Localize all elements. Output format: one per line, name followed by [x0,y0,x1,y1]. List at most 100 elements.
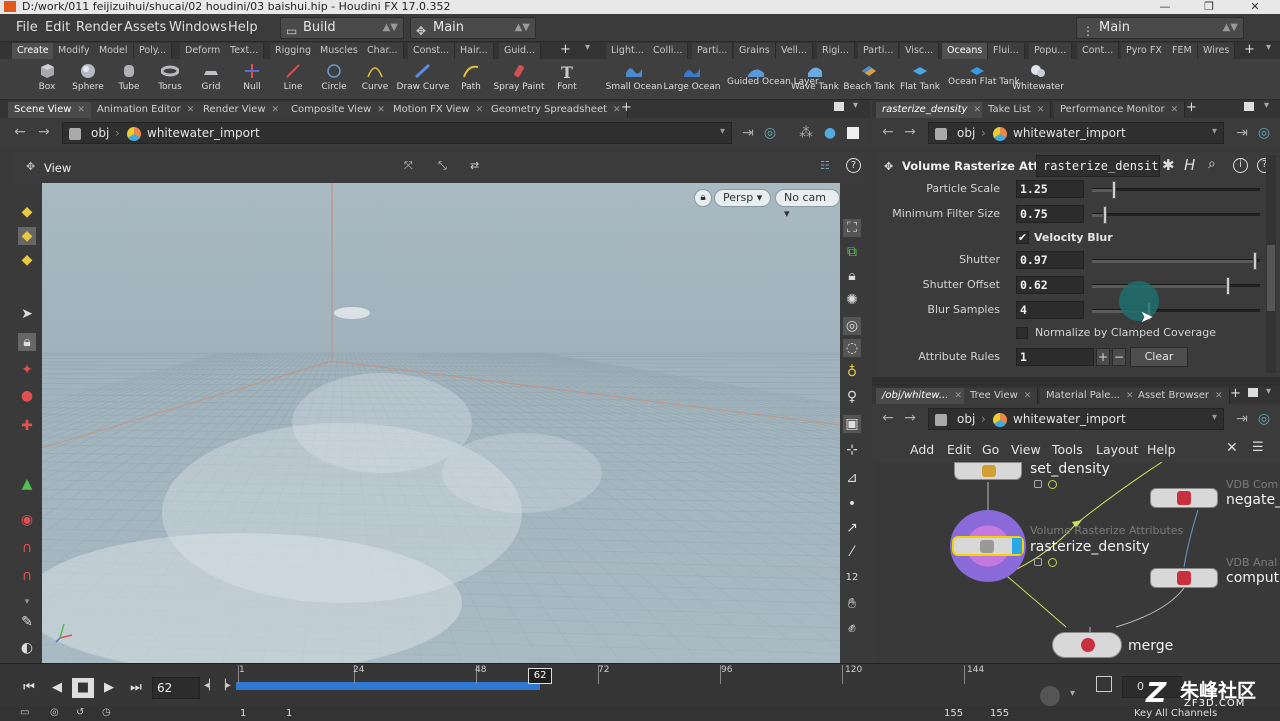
tab-geometry-spreadsheet[interactable]: Geometry Spreadsheet ✕ [485,102,628,118]
back-icon[interactable]: ← [12,124,28,140]
path-node[interactable]: whitewater_import [1013,412,1126,426]
path-root[interactable]: obj [91,126,109,140]
camera-icon[interactable]: ◐ [18,639,36,657]
tool-torus[interactable]: Torus [147,59,193,100]
shelf-tab-vell[interactable]: Vell... [776,43,813,59]
pane-menu-icon[interactable]: ▾ [1264,100,1269,111]
tool-guided-ocean-layer[interactable]: Guided Ocean Layer [727,59,819,100]
tool-path[interactable]: Path [448,59,494,100]
param-scrollbar-thumb[interactable] [1267,245,1275,311]
maximize-pane-icon[interactable] [1244,102,1254,111]
step-forward-icon[interactable]: ▕▸ [218,680,231,691]
pin-icon[interactable]: ⇥ [1234,411,1250,427]
close-icon[interactable]: ✕ [377,105,385,115]
tool-beach-tank[interactable]: Beach Tank [843,59,895,100]
magnet-icon[interactable]: ∩ [18,539,36,557]
shelf-tab-rigging[interactable]: Rigging [270,43,317,59]
tab-material-palette[interactable]: Material Pale... ✕ [1040,388,1141,404]
lock-camera-icon[interactable]: 🔒︎ [694,189,712,207]
close-icon[interactable]: ✕ [1037,105,1045,115]
handle-icon[interactable]: ⤡ [438,159,447,173]
tool-ocean-flat-tank[interactable]: Ocean Flat Tank [948,59,1020,100]
pane-menu-icon[interactable]: ▾ [853,100,858,111]
tool-large-ocean[interactable]: Large Ocean [664,59,720,100]
shelf-tab-hair[interactable]: Hair... [455,43,494,59]
magnet-2-icon[interactable]: ∩ [18,567,36,585]
tool-circle[interactable]: Circle [311,59,357,100]
display-flag-icon[interactable] [1012,538,1022,554]
tab-take-list[interactable]: Take List ✕ [982,102,1052,118]
add-pane-tab-icon[interactable]: + [621,100,632,115]
tool-line[interactable]: Line [270,59,316,100]
timeline-menu-icon[interactable]: ▾ [1070,688,1075,699]
gear-icon[interactable]: ✱ [1162,156,1175,174]
tab-composite-view[interactable]: Composite View ✕ [285,102,392,118]
range-start[interactable]: 1 [240,708,246,719]
pointer-icon[interactable]: ➤ [18,305,36,323]
shelf-tab-grains[interactable]: Grains [734,43,776,59]
tool-font[interactable]: T Font [544,59,590,100]
desktop-select[interactable]: ▭ Build ▲▼ [280,17,404,39]
list-icon[interactable]: ☰ [1252,440,1264,455]
play-icon[interactable]: ▶ [98,678,120,698]
pane-menu-icon[interactable]: ▾ [1266,386,1271,397]
menu-file[interactable]: File [16,20,38,35]
shelf-tab-model[interactable]: Model [94,43,134,59]
channel-value-field[interactable]: 0 [1122,676,1182,698]
menu-help[interactable]: Help [228,20,258,35]
lamp-icon[interactable]: ♀ [843,388,861,406]
brush-icon[interactable]: ✎ [18,613,36,631]
tab-motion-fx-view[interactable]: Motion FX View ✕ [387,102,491,118]
pane-splitter[interactable] [872,377,1280,386]
tab-tree-view[interactable]: Tree View ✕ [964,388,1039,404]
range-start-2[interactable]: 1 [286,708,292,719]
shutter-offset-slider[interactable] [1092,277,1260,295]
tool-spray-paint[interactable]: Spray Paint [493,59,545,100]
min-filter-size-field[interactable]: 0.75 [1016,205,1084,223]
display-options-icon[interactable]: ☷ [820,159,830,172]
vector-icon[interactable]: ↗ [843,519,861,537]
path-node[interactable]: whitewater_import [1013,126,1126,140]
snap-icon[interactable]: ⇄ [470,159,479,172]
view-label[interactable]: View [44,161,71,175]
tab-scene-view[interactable]: Scene View ✕ [8,102,92,118]
tool-whitewater[interactable]: Whitewater [1012,59,1064,100]
bulb-icon[interactable]: ◌ [843,339,861,357]
light-icon[interactable]: ✺ [843,291,861,309]
minimize-icon[interactable]: — [1150,0,1180,14]
shelf-tab-guid[interactable]: Guid... [499,43,542,59]
lock-icon[interactable] [1034,480,1042,488]
select-mode-icon[interactable]: ⤧ [404,159,413,173]
shelf-tab-light[interactable]: Light... [606,43,650,59]
add-pane-tab-icon[interactable]: + [1230,386,1241,401]
shelf-tab-char[interactable]: Char... [362,43,404,59]
remove-rule-button[interactable]: − [1112,348,1126,366]
pin-icon[interactable]: ⇥ [740,125,756,141]
forward-icon[interactable]: → [902,124,918,140]
wrench-icon[interactable]: ✕ [1226,440,1238,456]
shelf-tab-parti[interactable]: Parti... [692,43,734,59]
close-icon[interactable]: ✕ [1215,391,1223,401]
playhead-marker[interactable]: 62 [528,668,553,684]
help-icon[interactable]: ? [846,158,861,173]
maximize-pane-icon[interactable] [1248,388,1258,397]
close-icon[interactable]: ✕ [187,105,195,115]
link-icon[interactable]: ◎ [1256,411,1272,427]
network-path-field[interactable]: obj › whitewater_import ▾ [928,408,1224,430]
close-icon[interactable]: ✕ [1240,0,1270,14]
menu-windows[interactable]: Windows [169,20,227,35]
node-set-density-label[interactable]: set_density [1030,462,1110,477]
add-rule-button[interactable]: + [1096,348,1110,366]
shelf-tab-flui[interactable]: Flui... [988,43,1025,59]
handle-tool-icon[interactable]: ◉ [18,511,36,529]
node-merge[interactable] [1052,632,1122,658]
range-end[interactable]: 155 [944,708,963,719]
pose-icon[interactable]: ✦ [18,361,36,379]
shelf-tab-wires[interactable]: Wires [1198,43,1236,59]
net-menu-go[interactable]: Go [982,442,999,457]
shelf-tab-rigi[interactable]: Rigi... [817,43,855,59]
net-menu-edit[interactable]: Edit [947,442,971,457]
shelf-tab-oceans[interactable]: Oceans [942,43,989,59]
tool-grid[interactable]: Grid [188,59,234,100]
current-frame-field[interactable]: 62 [152,677,200,699]
